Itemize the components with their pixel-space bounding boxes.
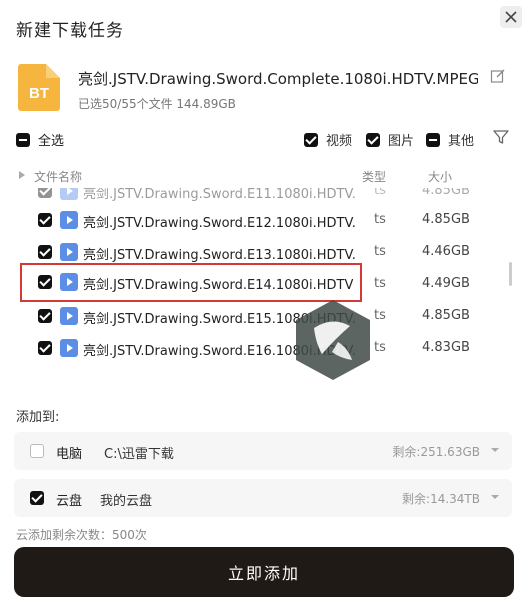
filter-icon[interactable]: [492, 128, 510, 146]
file-type: ts: [374, 340, 386, 355]
torrent-name: 亮剑.JSTV.Drawing.Sword.Complete.1080i.HDT…: [78, 70, 478, 88]
file-row[interactable]: 亮剑.JSTV.Drawing.Sword.E12.1080i.HDTV.MP.…: [0, 205, 500, 235]
file-size: 4.46GB: [422, 244, 470, 259]
file-name: 亮剑.JSTV.Drawing.Sword.E13.1080i.HDTV.MP.…: [83, 248, 355, 263]
filter-image-label: 图片: [388, 134, 415, 149]
column-header-name[interactable]: 文件名称: [34, 168, 82, 185]
file-row[interactable]: 亮剑.JSTV.Drawing.Sword.E15.1080i.HDTV.MP.…: [0, 301, 500, 331]
destination-cloud[interactable]: 云盘 我的云盘 剩余:14.34TB: [14, 479, 512, 517]
expand-arrow-icon[interactable]: [18, 170, 26, 180]
chevron-down-icon[interactable]: [490, 492, 500, 502]
file-name: 亮剑.JSTV.Drawing.Sword.E11.1080i.HDTV.MP.…: [83, 188, 355, 202]
filter-image[interactable]: 图片: [366, 130, 414, 149]
chevron-down-icon[interactable]: [490, 445, 500, 455]
destination-local[interactable]: 电脑 C:\迅雷下载 剩余:251.63GB: [14, 432, 512, 470]
destination-local-path: C:\迅雷下载: [104, 447, 174, 462]
column-header-type[interactable]: 类型: [362, 168, 386, 185]
file-row-highlighted[interactable]: 亮剑.JSTV.Drawing.Sword.E14.1080i.HDTV.MP.…: [20, 263, 362, 302]
select-all-toggle[interactable]: 全选: [16, 130, 64, 149]
bt-file-icon: BT: [18, 64, 60, 111]
video-file-icon: [60, 273, 78, 291]
file-checkbox[interactable]: [38, 275, 52, 289]
local-checkbox[interactable]: [30, 444, 44, 458]
file-type: ts: [374, 188, 386, 198]
file-row[interactable]: 亮剑.JSTV.Drawing.Sword.E13.1080i.HDTV.MP.…: [0, 237, 500, 267]
list-scrollbar[interactable]: [509, 262, 512, 286]
file-list[interactable]: 亮剑.JSTV.Drawing.Sword.E11.1080i.HDTV.MP.…: [0, 188, 528, 374]
filter-video[interactable]: 视频: [304, 130, 352, 149]
file-checkbox[interactable]: [38, 341, 52, 355]
svg-text:BT: BT: [29, 85, 49, 102]
file-type: ts: [374, 212, 386, 227]
filter-other[interactable]: 其他: [426, 130, 474, 149]
image-checkbox[interactable]: [366, 132, 380, 147]
destination-cloud-path: 我的云盘: [100, 494, 153, 509]
new-download-dialog: 新建下载任务 BT 亮剑.JSTV.Drawing.Sword.Complete…: [0, 0, 528, 602]
file-checkbox[interactable]: [38, 188, 52, 198]
file-type: ts: [374, 308, 386, 323]
add-now-button[interactable]: 立即添加: [14, 547, 514, 597]
select-all-label: 全选: [38, 134, 65, 149]
video-file-icon: [60, 211, 78, 229]
destination-cloud-name: 云盘: [56, 494, 83, 509]
edit-icon[interactable]: [490, 68, 506, 84]
file-checkbox[interactable]: [38, 309, 52, 323]
cloud-checkbox[interactable]: [30, 491, 44, 505]
video-file-icon: [60, 307, 78, 325]
file-size: 4.83GB: [422, 340, 470, 355]
close-icon[interactable]: [500, 6, 522, 28]
file-row[interactable]: 亮剑.JSTV.Drawing.Sword.E11.1080i.HDTV.MP.…: [0, 188, 500, 206]
destination-local-name: 电脑: [56, 447, 83, 462]
video-file-icon: [60, 339, 78, 357]
add-to-label: 添加到:: [16, 410, 60, 425]
file-size: 4.49GB: [422, 276, 470, 291]
column-header-size[interactable]: 大小: [428, 168, 452, 185]
file-name: 亮剑.JSTV.Drawing.Sword.E12.1080i.HDTV.MP.…: [83, 216, 355, 231]
file-size: 4.85GB: [422, 188, 470, 198]
file-size: 4.85GB: [422, 212, 470, 227]
file-type: ts: [374, 244, 386, 259]
filter-video-label: 视频: [326, 134, 353, 149]
file-row[interactable]: 亮剑.JSTV.Drawing.Sword.E16.1080i.HDTV.MP.…: [0, 333, 500, 363]
watermark-logo-icon: [296, 300, 370, 380]
file-checkbox[interactable]: [38, 213, 52, 227]
file-name: 亮剑.JSTV.Drawing.Sword.E14.1080i.HDTV.MP.…: [83, 278, 353, 293]
select-all-checkbox[interactable]: [16, 132, 30, 147]
selection-summary: 已选50/55个文件 144.89GB: [78, 97, 236, 111]
cloud-quota-text: 云添加剩余次数：500次: [16, 528, 147, 542]
file-size: 4.85GB: [422, 308, 470, 323]
video-file-icon: [60, 188, 78, 200]
file-list-header: 文件名称 类型 大小: [0, 166, 528, 188]
other-checkbox[interactable]: [426, 132, 440, 147]
dialog-title: 新建下载任务: [16, 21, 124, 41]
video-file-icon: [60, 243, 78, 261]
filter-other-label: 其他: [448, 134, 475, 149]
destination-local-free: 剩余:251.63GB: [392, 445, 480, 459]
file-type: ts: [374, 276, 386, 291]
file-checkbox[interactable]: [38, 245, 52, 259]
destination-cloud-free: 剩余:14.34TB: [402, 492, 480, 506]
video-checkbox[interactable]: [304, 132, 318, 147]
